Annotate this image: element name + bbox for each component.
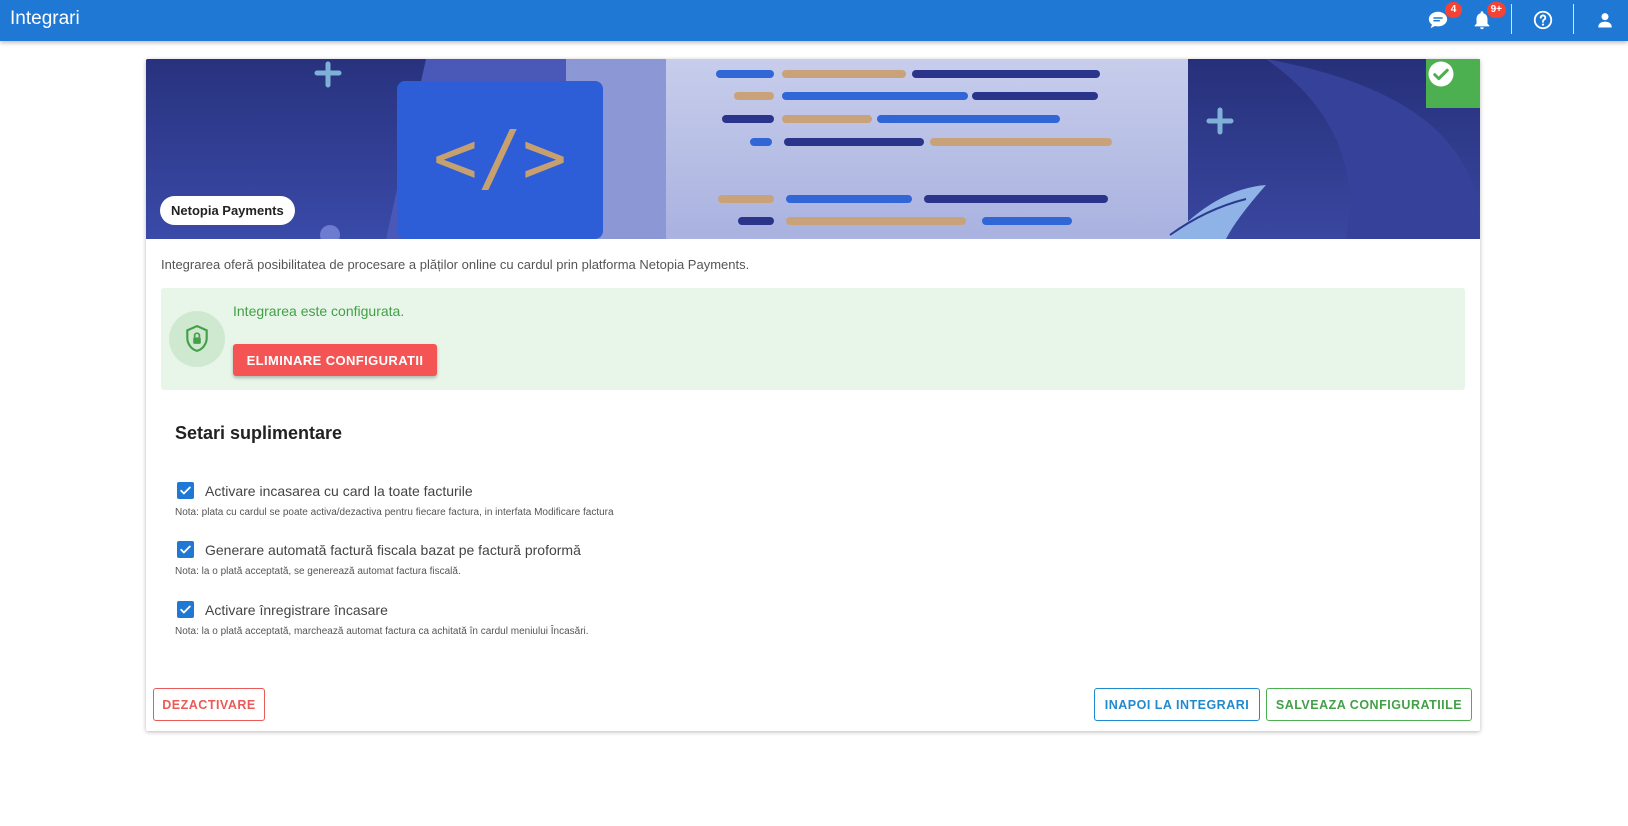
- checkbox-card-payment-all-invoices[interactable]: [177, 482, 194, 499]
- option-note: Nota: la o plată acceptată, marchează au…: [175, 626, 589, 637]
- option-note: Nota: la o plată acceptată, se generează…: [175, 566, 461, 577]
- integration-card: </> Netopia Payments Integrarea oferă po…: [146, 59, 1480, 731]
- configured-message: Integrarea este configurata.: [233, 303, 405, 319]
- save-configuration-button[interactable]: SALVEAZA CONFIGURATIILE: [1266, 688, 1472, 721]
- help-icon: [1533, 10, 1553, 30]
- account-button[interactable]: [1591, 6, 1619, 34]
- check-circle-icon: [1428, 61, 1454, 87]
- remove-configuration-button[interactable]: ELIMINARE CONFIGURATII: [233, 344, 437, 376]
- top-app-bar: Integrari 4 9+: [0, 0, 1628, 41]
- option-label[interactable]: Generare automată factură fiscala bazat …: [205, 542, 581, 558]
- account-icon: [1598, 13, 1612, 28]
- integration-name-chip: Netopia Payments: [160, 196, 295, 225]
- option-payment-registration: Activare înregistrare încasare Nota: la …: [175, 601, 589, 637]
- checkbox-payment-registration[interactable]: [177, 601, 194, 618]
- configured-panel: Integrarea este configurata. ELIMINARE C…: [161, 288, 1465, 390]
- banner-illustration: </>: [146, 59, 1480, 239]
- shield-badge: [169, 311, 225, 367]
- option-label[interactable]: Activare înregistrare încasare: [205, 602, 388, 618]
- configured-status-indicator: [1426, 59, 1480, 108]
- checkbox-auto-fiscal-invoice[interactable]: [177, 541, 194, 558]
- option-auto-fiscal-invoice: Generare automată factură fiscala bazat …: [175, 541, 581, 577]
- back-to-integrations-button[interactable]: INAPOI LA INTEGRARI: [1094, 688, 1260, 721]
- help-button[interactable]: [1529, 6, 1557, 34]
- deactivate-button[interactable]: DEZACTIVARE: [153, 688, 265, 721]
- notifications-button[interactable]: 9+: [1468, 2, 1506, 34]
- integration-banner: </> Netopia Payments: [146, 59, 1480, 239]
- check-icon: [180, 486, 191, 495]
- check-icon: [180, 605, 191, 614]
- toolbar-divider: [1511, 4, 1512, 34]
- option-label[interactable]: Activare incasarea cu card la toate fact…: [205, 483, 473, 499]
- integration-description: Integrarea oferă posibilitatea de proces…: [161, 257, 750, 272]
- app-title: Integrari: [10, 8, 80, 29]
- option-card-payment-all-invoices: Activare incasarea cu card la toate fact…: [175, 482, 614, 518]
- option-note: Nota: plata cu cardul se poate activa/de…: [175, 507, 614, 518]
- chat-badge: 4: [1445, 2, 1462, 18]
- toolbar-divider: [1573, 4, 1574, 34]
- notifications-badge: 9+: [1486, 2, 1506, 18]
- chat-button[interactable]: 4: [1424, 2, 1462, 34]
- shield-lock-icon: [186, 325, 208, 352]
- svg-text:</>: </>: [433, 115, 567, 201]
- check-icon: [180, 545, 191, 554]
- settings-title: Setari suplimentare: [175, 423, 343, 443]
